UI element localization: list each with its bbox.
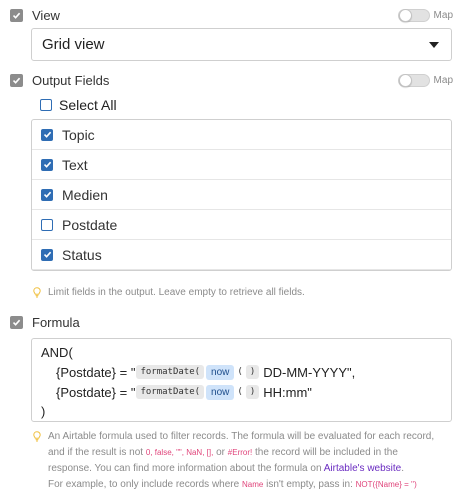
hint-line: response. You can find more information … [48, 461, 458, 477]
view-select-value: Grid view [42, 36, 105, 53]
variable-token[interactable]: now [206, 364, 235, 380]
formula-text: HH:mm" [263, 384, 312, 400]
toggle-switch[interactable] [397, 8, 430, 22]
hint-line: For example, to only include records whe… [48, 477, 458, 493]
paren-token: ) [245, 385, 260, 399]
map-label: Map [433, 9, 453, 21]
view-select[interactable]: Grid view [31, 28, 452, 61]
hint-text: For example, to only include records whe… [48, 479, 242, 490]
output-fields-title: Output Fields [32, 72, 110, 88]
field-label: Text [62, 156, 88, 173]
field-item-status[interactable]: Status [32, 240, 451, 270]
formula-text: AND( [41, 344, 73, 360]
hint-line: An Airtable formula used to filter recor… [48, 431, 435, 442]
code-values: 0, false, "", NaN, [], [145, 448, 214, 457]
paren-token: ( [237, 387, 243, 397]
output-fields-list: Topic Text Medien Postdate Status [31, 119, 452, 271]
code-example: NOT({Name} = '') [355, 480, 417, 489]
checkbox-checked[interactable] [41, 188, 53, 201]
field-label: Postdate [62, 216, 118, 233]
function-token[interactable]: formatDate( [136, 365, 205, 379]
select-all-label: Select All [59, 97, 117, 113]
checkbox-checked[interactable] [41, 248, 53, 261]
variable-token[interactable]: now [206, 384, 235, 400]
output-fields-map-toggle[interactable]: Map [397, 72, 453, 88]
formula-line: {Postdate} = " formatDate( now ( ) DD-MM… [56, 363, 355, 381]
formula-hint: An Airtable formula used to filter recor… [48, 429, 458, 493]
formula-text: {Postdate} = " [56, 364, 136, 380]
checkbox-checked[interactable] [41, 158, 53, 171]
output-fields-section-toggle[interactable] [10, 73, 23, 87]
field-item-postdate[interactable]: Postdate [32, 210, 451, 240]
formula-section-header: Formula [10, 312, 80, 332]
formula-editor[interactable]: AND( {Postdate} = " formatDate( now ( ) … [31, 338, 452, 422]
airtable-website-link[interactable]: Airtable's website [324, 463, 402, 474]
view-section-header: View [10, 5, 60, 25]
checkbox-unchecked[interactable] [40, 99, 52, 111]
check-icon [12, 319, 21, 326]
hint-text: or [213, 447, 228, 458]
check-icon [12, 77, 21, 84]
code-name: Name [241, 480, 264, 489]
paren-token: ( [237, 367, 243, 377]
hint-text: isn't empty, pass in: [263, 479, 356, 490]
check-icon [43, 131, 51, 138]
field-item-text[interactable]: Text [32, 150, 451, 180]
check-icon [43, 161, 51, 168]
caret-down-icon [429, 42, 439, 48]
formula-title: Formula [32, 314, 80, 330]
check-icon [43, 191, 51, 198]
view-title: View [32, 7, 60, 23]
output-fields-section-header: Output Fields [10, 70, 109, 90]
hint-text: and if the result is not [48, 447, 146, 458]
checkbox-checked[interactable] [41, 128, 53, 141]
lightbulb-icon [33, 287, 41, 298]
toggle-switch[interactable] [397, 73, 430, 87]
formula-text: {Postdate} = " [56, 384, 136, 400]
field-label: Status [62, 246, 102, 263]
field-item-medien[interactable]: Medien [32, 180, 451, 210]
formula-text: DD-MM-YYYY", [263, 364, 356, 380]
formula-line: AND( [41, 343, 73, 361]
view-map-toggle[interactable]: Map [397, 7, 453, 23]
formula-line: ) [41, 402, 45, 420]
check-icon [12, 12, 21, 19]
lightbulb-icon [33, 431, 41, 442]
field-label: Medien [62, 186, 108, 203]
hint-text: the record will be included in the [252, 447, 398, 458]
output-fields-hint: Limit fields in the output. Leave empty … [48, 287, 305, 298]
field-item-topic[interactable]: Topic [32, 120, 451, 150]
formula-text: ) [41, 403, 46, 419]
formula-line: {Postdate} = " formatDate( now ( ) HH:mm… [56, 383, 312, 401]
view-section-toggle[interactable] [10, 8, 23, 22]
hint-text: response. You can find more information … [48, 463, 324, 474]
map-label: Map [433, 74, 453, 86]
formula-section-toggle[interactable] [10, 315, 23, 329]
code-error: #Error! [227, 448, 253, 457]
function-token[interactable]: formatDate( [136, 385, 205, 399]
hint-line: and if the result is not 0, false, "", N… [48, 445, 458, 461]
paren-token: ) [245, 365, 260, 379]
hint-text: . [401, 463, 405, 474]
field-label: Topic [62, 126, 95, 143]
checkbox-unchecked[interactable] [41, 218, 53, 231]
check-icon [43, 251, 51, 258]
select-all-checkbox[interactable]: Select All [40, 96, 117, 114]
